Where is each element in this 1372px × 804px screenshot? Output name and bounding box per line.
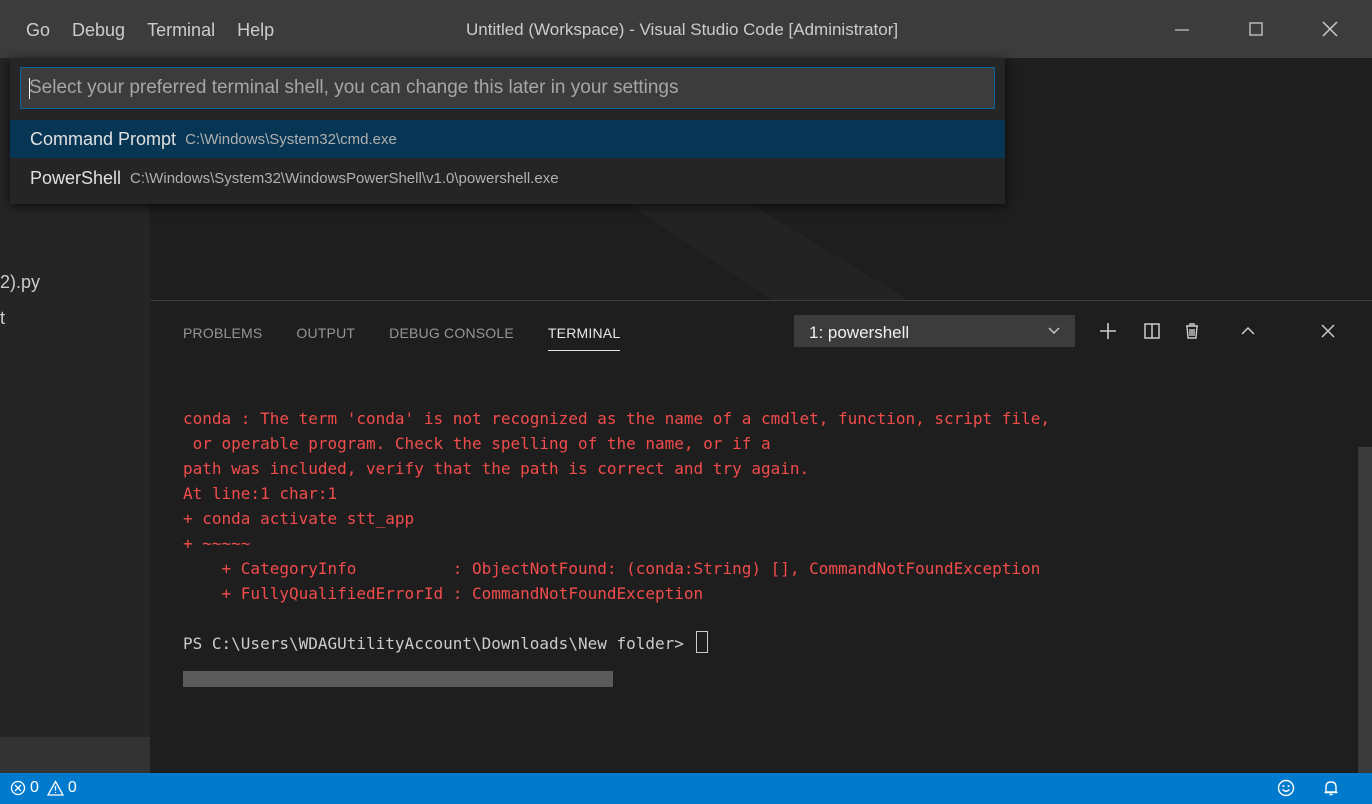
trash-icon (1186, 323, 1198, 339)
terminal-error-line: conda : The term 'conda' is not recogniz… (183, 409, 1050, 428)
window-title: Untitled (Workspace) - Visual Studio Cod… (466, 20, 899, 39)
vscode-logo-watermark (605, 188, 905, 308)
split-terminal-button[interactable] (1136, 315, 1168, 347)
terminal-cursor (695, 631, 708, 653)
warning-icon (46, 780, 64, 796)
quick-pick-item-command-prompt[interactable]: Command Prompt C:\Windows\System32\cmd.e… (10, 120, 1005, 158)
menu-go[interactable]: Go (26, 20, 50, 41)
close-panel-button[interactable] (1312, 315, 1344, 347)
sidebar-file-item[interactable]: t (0, 308, 5, 329)
terminal-error-line: + ~~~~~ (183, 534, 251, 553)
text-caret (29, 78, 30, 99)
tab-terminal[interactable]: TERMINAL (547, 325, 621, 351)
plus-icon (1100, 323, 1116, 339)
terminal-error-line: path was included, verify that the path … (183, 459, 810, 478)
notifications-button[interactable] (1322, 779, 1340, 802)
quick-pick-item-powershell[interactable]: PowerShell C:\Windows\System32\WindowsPo… (10, 159, 1005, 197)
minimize-button[interactable] (1148, 0, 1216, 58)
title-bar: Go Debug Terminal Help Untitled (Workspa… (0, 0, 1372, 58)
terminal-select-value: 1: powershell (809, 323, 910, 342)
panel-tabs: PROBLEMS OUTPUT DEBUG CONSOLE TERMINAL (183, 325, 621, 351)
menu-help[interactable]: Help (237, 20, 274, 41)
tab-problems[interactable]: PROBLEMS (183, 325, 262, 349)
terminal-output[interactable]: conda : The term 'conda' is not recogniz… (183, 381, 1050, 656)
error-icon (10, 780, 26, 796)
chevron-down-icon (1048, 327, 1060, 334)
terminal-prompt-line: PS C:\Users\WDAGUtilityAccount\Downloads… (183, 631, 1050, 656)
error-count: 0 (30, 779, 39, 796)
redacted-bar (183, 671, 613, 687)
bottom-panel: PROBLEMS OUTPUT DEBUG CONSOLE TERMINAL 1… (150, 300, 1372, 774)
maximize-button[interactable] (1222, 0, 1290, 58)
terminal-error-line: At line:1 char:1 (183, 484, 338, 503)
terminal-error-line: + FullyQualifiedErrorId : CommandNotFoun… (183, 584, 704, 603)
tab-debug-console[interactable]: DEBUG CONSOLE (389, 325, 514, 349)
problems-status[interactable]: 0 0 (10, 779, 77, 797)
menu-debug[interactable]: Debug (72, 20, 125, 41)
new-terminal-button[interactable] (1092, 315, 1124, 347)
close-icon (1322, 21, 1338, 37)
terminal-select[interactable]: 1: powershell (794, 315, 1075, 347)
terminal-shell-quick-pick: Command Prompt C:\Windows\System32\cmd.e… (10, 58, 1005, 204)
maximize-panel-button[interactable] (1232, 315, 1264, 347)
terminal-error-line: + CategoryInfo : ObjectNotFound: (conda:… (183, 559, 1041, 578)
kill-terminal-button[interactable] (1176, 315, 1208, 347)
maximize-icon (1249, 22, 1263, 36)
terminal-scrollbar[interactable] (1358, 447, 1372, 774)
quick-pick-item-label: Command Prompt (30, 128, 177, 149)
quick-pick-input-box (20, 67, 995, 109)
terminal-error-line: + conda activate stt_app (183, 509, 415, 528)
menu-terminal[interactable]: Terminal (147, 20, 215, 41)
feedback-button[interactable] (1277, 779, 1295, 802)
quick-pick-item-label: PowerShell (30, 167, 122, 188)
quick-pick-item-description: C:\Windows\System32\WindowsPowerShell\v1… (130, 169, 559, 187)
tab-output[interactable]: OUTPUT (296, 325, 355, 349)
minimize-icon (1175, 29, 1189, 31)
bell-icon (1324, 781, 1338, 796)
split-icon (1144, 323, 1160, 339)
warning-count: 0 (67, 779, 77, 796)
smiley-icon (1277, 779, 1295, 797)
terminal-prompt: PS C:\Users\WDAGUtilityAccount\Downloads… (183, 634, 694, 653)
quick-pick-item-description: C:\Windows\System32\cmd.exe (185, 130, 397, 148)
status-bar: 0 0 (0, 773, 1372, 804)
close-window-button[interactable] (1296, 0, 1364, 58)
terminal-error-line: or operable program. Check the spelling … (183, 434, 771, 453)
menu-bar: Go Debug Terminal Help (26, 20, 274, 41)
close-icon (1321, 324, 1335, 338)
chevron-up-icon (1241, 326, 1255, 335)
quick-pick-input[interactable] (29, 68, 984, 108)
sidebar-footer (0, 737, 150, 773)
sidebar-file-item[interactable]: 2).py (0, 272, 40, 293)
